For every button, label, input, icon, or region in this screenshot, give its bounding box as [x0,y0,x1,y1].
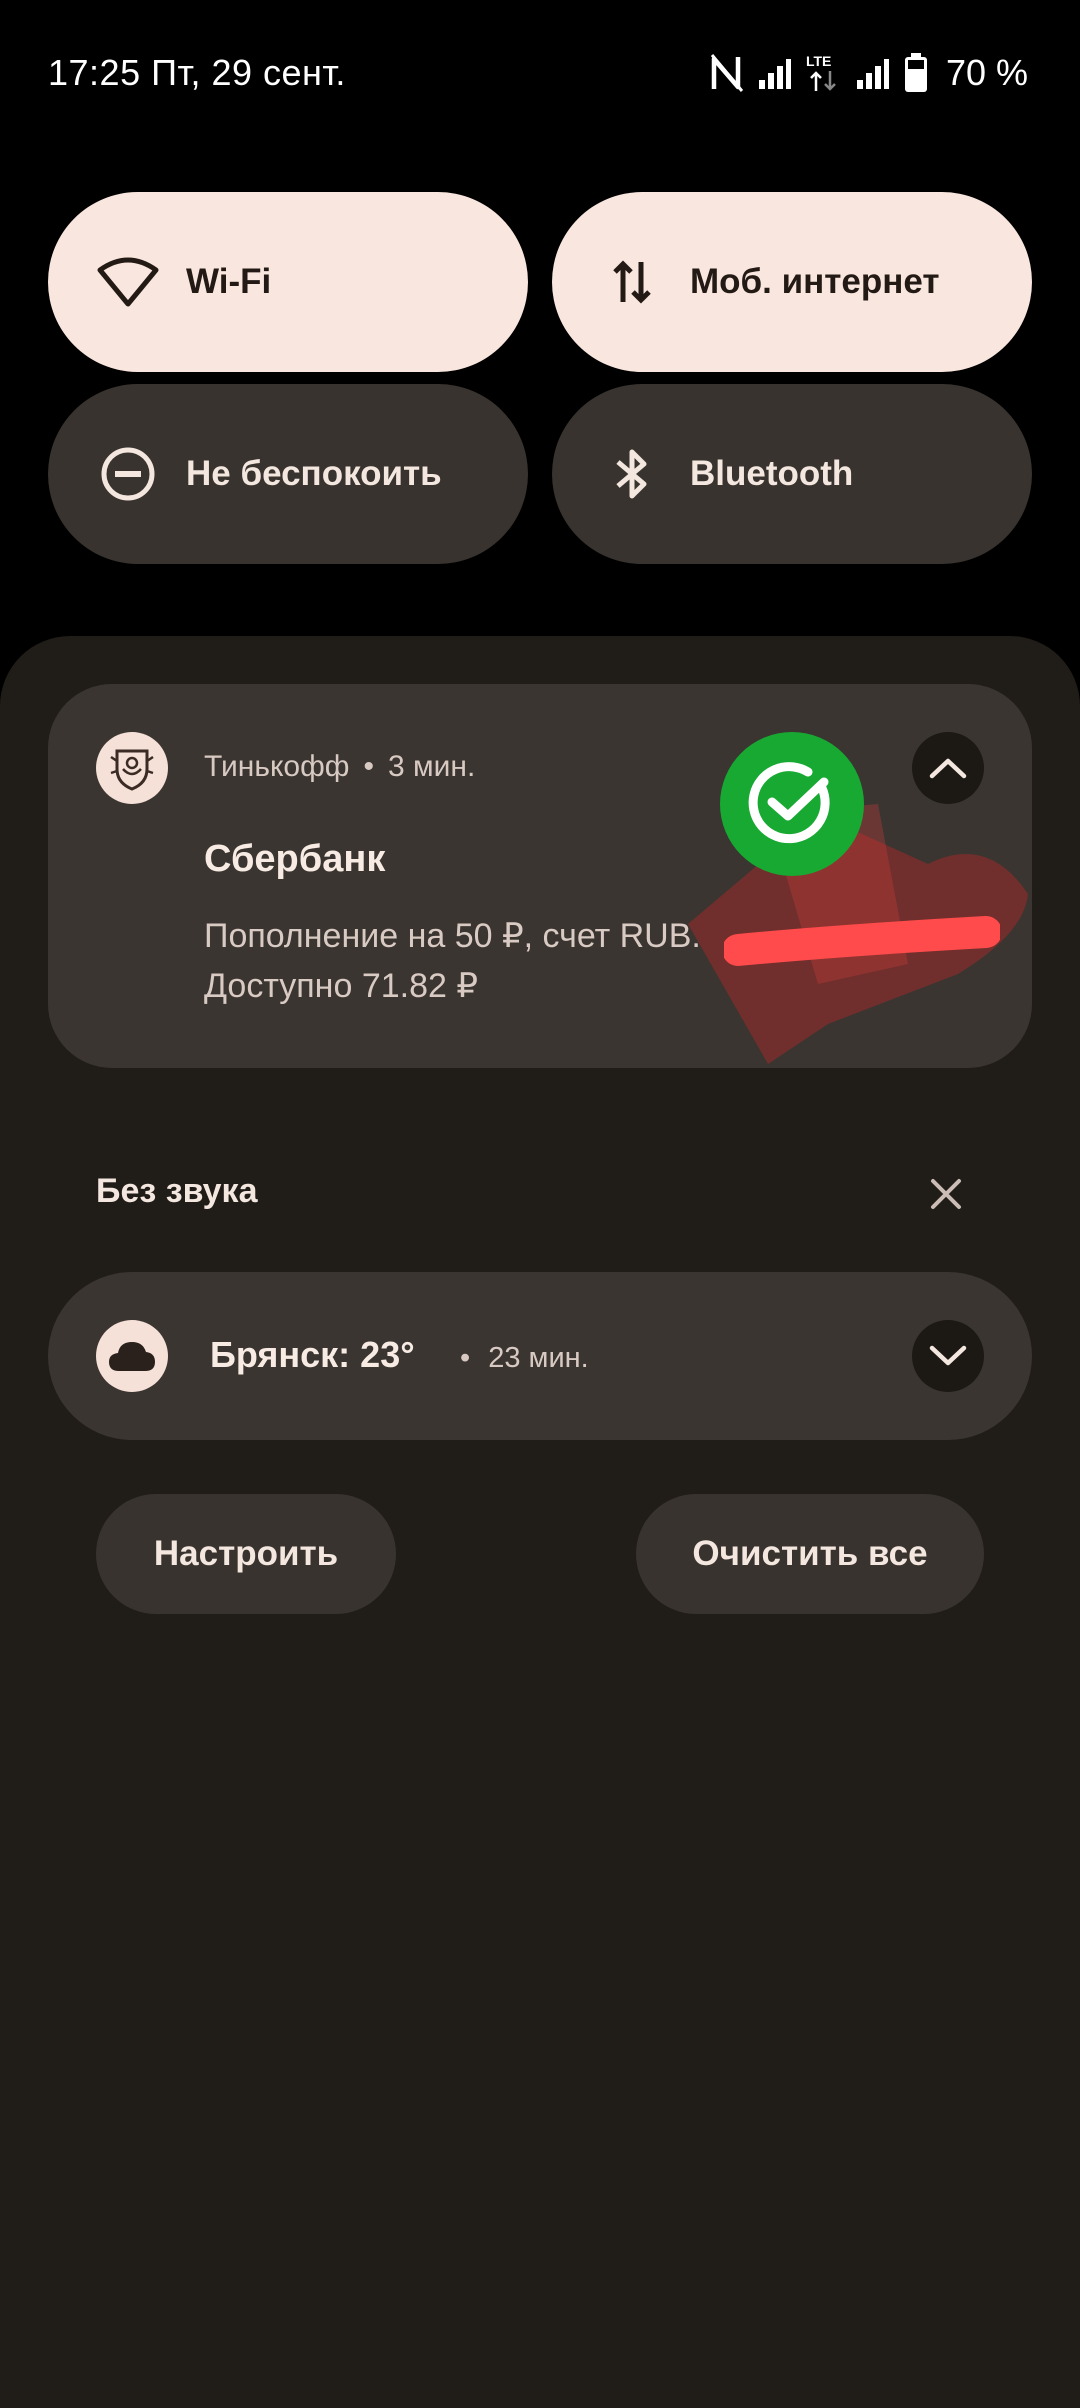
signal-strength-icon [758,56,792,90]
weather-title: Брянск: 23° [210,1334,415,1375]
do-not-disturb-icon [96,442,160,506]
notification-card-weather[interactable]: Брянск: 23° • 23 мин. [48,1272,1032,1440]
tile-do-not-disturb[interactable]: Не беспокоить [48,384,528,564]
tile-mobile-data-label: Моб. интернет [690,262,940,301]
wifi-icon [96,250,160,314]
notification-app-name: Тинькофф [204,750,350,783]
lte-icon: LTE [806,53,842,93]
sber-logo-icon [720,732,864,876]
expand-button[interactable] [912,1320,984,1392]
configure-button[interactable]: Настроить [96,1494,396,1614]
bluetooth-icon [600,442,664,506]
battery-percent: 70 % [945,52,1028,93]
header-separator: • [363,750,374,783]
nfc-icon [710,53,744,93]
tile-bluetooth-label: Bluetooth [690,454,854,493]
notification-shade-screen: 17:25 Пт, 29 сент. LTE 70 % Wi-Fi Моб. и… [0,0,1080,2408]
mobile-data-icon [600,250,664,314]
silent-section-title: Без звука [96,1172,258,1210]
collapse-button[interactable] [912,732,984,804]
battery-icon [904,53,928,93]
chevron-up-icon [929,758,967,779]
notification-header: Тинькофф • 3 мин. [204,750,475,784]
notification-card-tinkoff[interactable]: Тинькофф • 3 мин. Сбербанк Пополнение на… [48,684,1032,1068]
status-time-date: 17:25 Пт, 29 сент. [48,52,346,93]
notification-line-1: Пополнение на 50 ₽, счет RUB. [204,917,701,955]
weather-separator: • [460,1342,471,1374]
close-icon[interactable] [920,1168,972,1220]
notification-time: 3 мин. [388,750,476,783]
status-icons: LTE 70 % [710,48,1028,98]
status-bar: 17:25 Пт, 29 сент. LTE 70 % [0,0,1080,150]
notification-line-2: Доступно 71.82 ₽ [204,967,478,1005]
tile-dnd-label: Не беспокоить [186,454,442,493]
tile-wifi[interactable]: Wi-Fi [48,192,528,372]
network-type-label: LTE [805,53,832,69]
tile-mobile-data[interactable]: Моб. интернет [552,192,1032,372]
tinkoff-crest-icon [96,732,168,804]
tile-bluetooth[interactable]: Bluetooth [552,384,1032,564]
redaction-stroke [724,916,1000,966]
cloud-icon [96,1320,168,1392]
signal-strength-icon-2 [856,56,890,90]
tile-wifi-label: Wi-Fi [186,262,272,301]
weather-meta: • 23 мин. [460,1342,589,1375]
clear-all-button[interactable]: Очистить все [636,1494,984,1614]
weather-time: 23 мин. [488,1342,589,1374]
notification-title: Сбербанк [204,838,386,880]
chevron-down-icon [929,1345,967,1366]
